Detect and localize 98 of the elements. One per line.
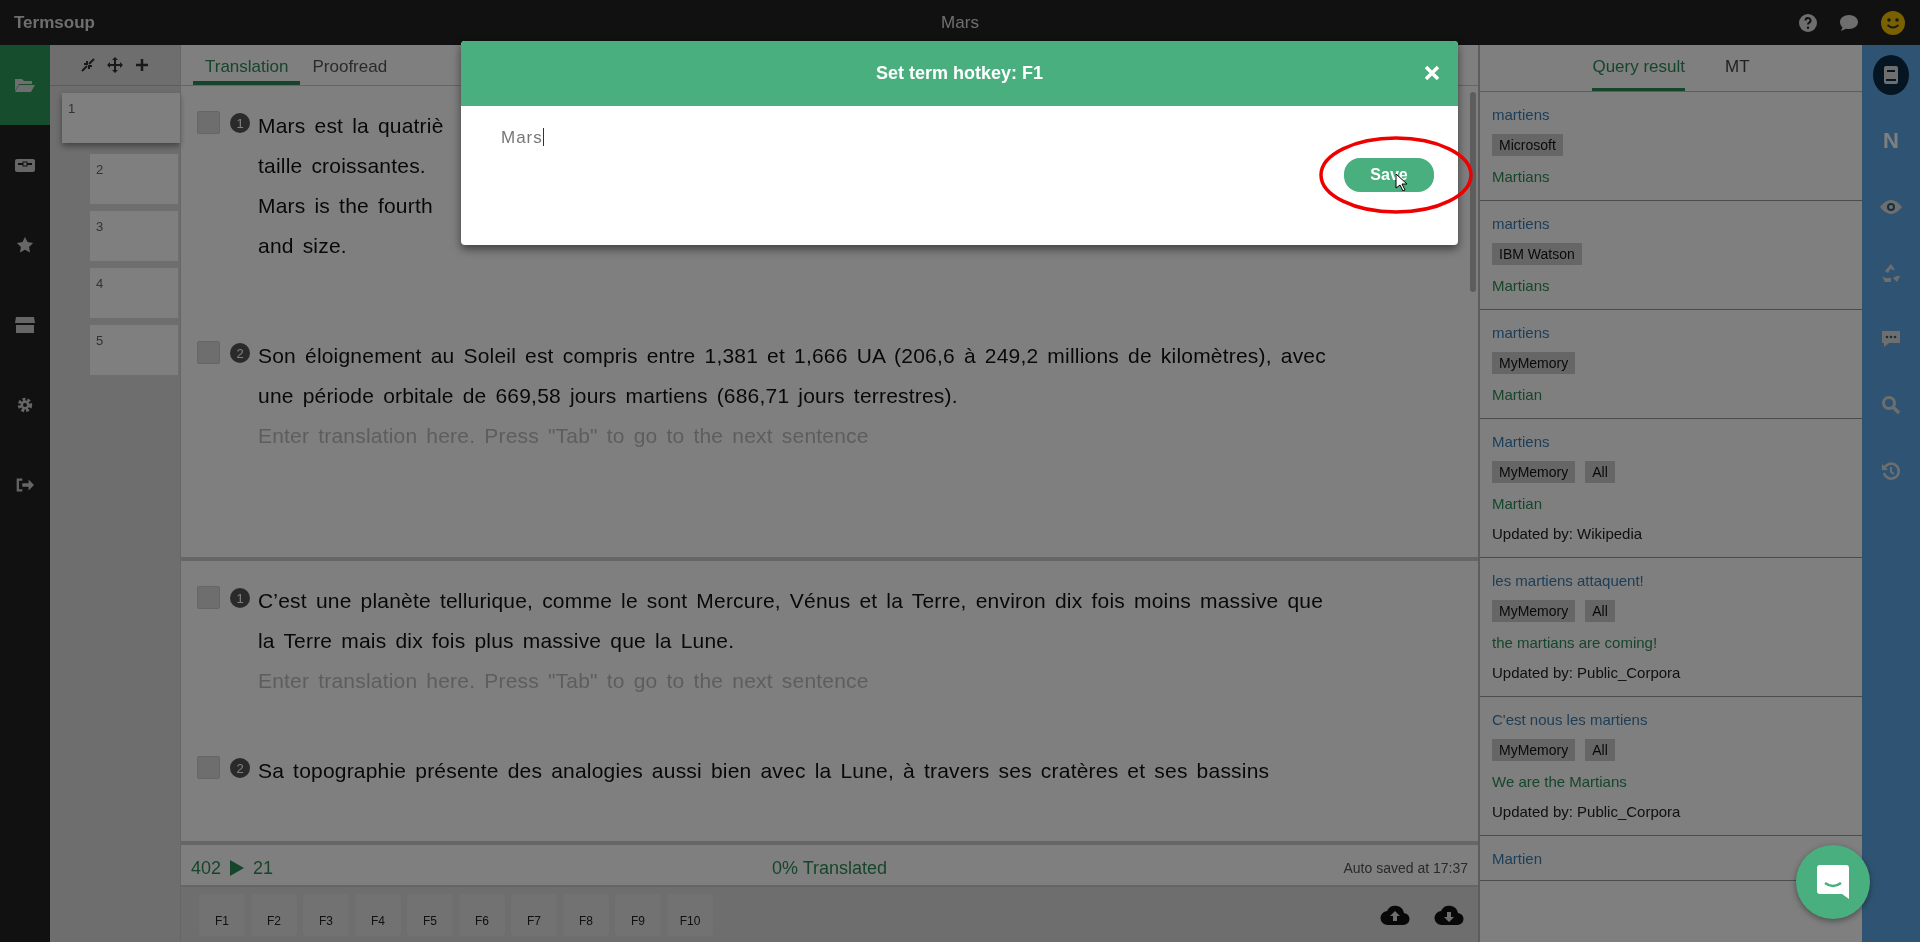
progress-text: 0% Translated [771,857,888,879]
source-tag: MyMemory [1492,739,1576,761]
checkbox[interactable] [197,111,220,134]
search-icon [1881,395,1901,415]
segment-thumbnail[interactable]: 5 [90,325,178,375]
star-icon [16,236,34,254]
rail-button[interactable] [1873,55,1909,95]
tab[interactable]: Query result [1592,45,1685,91]
sentence-number: 2 [230,343,250,363]
source-tag: All [1585,600,1615,622]
source-text: la Terre mais dix fois plus massive que la Lune. [258,628,736,654]
target-term[interactable]: the martians are coming! [1492,628,1850,658]
chat-icon[interactable] [1838,12,1860,33]
sentence-number: 1 [230,113,250,133]
checkbox[interactable] [197,756,220,779]
app-name: Termsoup [14,12,95,33]
source-text: une période orbitale de 669,58 jours martiens (686,71 jours terrestres). [258,383,959,409]
hotkey-button[interactable]: F3 [303,893,349,936]
segment-thumbnail[interactable]: 4 [90,268,178,318]
toolbox-icon [14,156,36,174]
source-text: taille croissantes. [258,153,427,179]
help-icon[interactable] [1798,12,1818,33]
source-term: martiens [1492,105,1551,125]
source-tag: All [1585,739,1615,761]
updated-by-text: Updated by: Wikipedia [1492,524,1644,544]
move-icon[interactable] [107,57,123,73]
close-icon[interactable] [1424,65,1440,81]
target-term[interactable]: Martian [1492,380,1850,410]
source-text: C’est une planète tellurique, comme le sont Mercure, Vénus et la Terre, environ dix fois moins massive que [258,588,1324,614]
source-term: Martien [1492,849,1544,869]
segment-thumbnail[interactable]: 1 [62,93,180,143]
updated-by-text: Updated by: Public_Corpora [1492,802,1682,822]
source-text: Son éloignement au Soleil est compris entre 1,381 et 1,666 UA (206,6 à 249,2 millions de kilomètres), avec [258,343,1326,369]
source-tag: MyMemory [1492,461,1576,483]
hotkey-button[interactable]: F9 [615,893,661,936]
source-text: Sa topographie présente des analogies aussi bien avec la Lune, à travers ses cratères et ses bassins [258,758,1270,784]
eye-icon [1879,199,1903,215]
checkbox[interactable] [197,341,220,364]
source-tag: IBM Watson [1492,243,1582,265]
source-count: 402 [191,857,222,879]
dialog-title: Set term hotkey: F1 [875,63,1043,84]
hotkey-button[interactable]: F2 [251,893,297,936]
updated-by-text: Updated by: Public_Corpora [1492,663,1682,683]
sidebar-item[interactable] [0,45,50,125]
chat-bubble-icon [1816,864,1850,900]
upload-icon[interactable] [1380,903,1410,926]
segment-thumbnail[interactable]: 3 [90,211,178,261]
letter-icon: N [1883,128,1899,154]
download-icon[interactable] [1434,903,1464,926]
sign-out-icon [16,477,34,493]
source-term: martiens [1492,214,1551,234]
checkbox[interactable] [197,586,220,609]
source-tag: MyMemory [1492,352,1576,374]
target-term[interactable]: Martian [1492,489,1850,519]
target-term[interactable]: Martians [1492,162,1850,192]
hotkey-button[interactable]: F4 [355,893,401,936]
folder-icon [14,77,36,93]
tab[interactable]: Translation [193,45,301,85]
settings-icon [16,396,34,414]
smiley-icon[interactable] [1880,9,1906,36]
source-tag: MyMemory [1492,600,1576,622]
document-title: Mars [941,12,979,33]
term-input-field[interactable]: Mars [501,106,544,158]
messenger-button[interactable] [1796,845,1870,919]
sentence-number: 1 [230,588,250,608]
hotkey-button[interactable]: F10 [667,893,713,936]
store-icon [14,316,36,334]
history-icon [1881,461,1901,481]
comment-icon [1880,329,1902,349]
hotkey-button[interactable]: F1 [199,893,245,936]
target-term[interactable]: Martians [1492,271,1850,301]
source-term: les martiens attaquent! [1492,571,1645,591]
recycle-icon [1880,262,1902,284]
compress-icon[interactable] [81,58,95,72]
translation-text[interactable]: and size. [258,226,444,266]
tab[interactable]: MT [1725,45,1750,91]
source-tag: All [1585,461,1615,483]
source-term: Martiens [1492,432,1551,452]
autosave-text: Auto saved at 17:37 [1343,860,1468,876]
plus-icon[interactable] [135,58,149,72]
hotkey-button[interactable]: F5 [407,893,453,936]
source-text: Mars est la quatriè [258,113,444,139]
play-icon[interactable] [229,859,246,877]
save-button[interactable]: Save [1344,158,1434,192]
segment-thumbnail[interactable]: 2 [90,154,178,204]
hotkey-button[interactable]: F6 [459,893,505,936]
book-icon [1883,65,1899,85]
target-term[interactable]: We are the Martians [1492,767,1850,797]
translation-text[interactable]: Mars is the fourth [258,186,444,226]
source-term: martiens [1492,323,1551,343]
tab[interactable]: Proofread [300,45,400,85]
rail-button[interactable]: N [1873,121,1909,161]
target-count: 21 [253,857,274,879]
sentence-number: 2 [230,758,250,778]
hotkey-button[interactable]: F7 [511,893,557,936]
source-tag: Microsoft [1492,134,1563,156]
hotkey-button[interactable]: F8 [563,893,609,936]
source-term: C'est nous les martiens [1492,710,1649,730]
